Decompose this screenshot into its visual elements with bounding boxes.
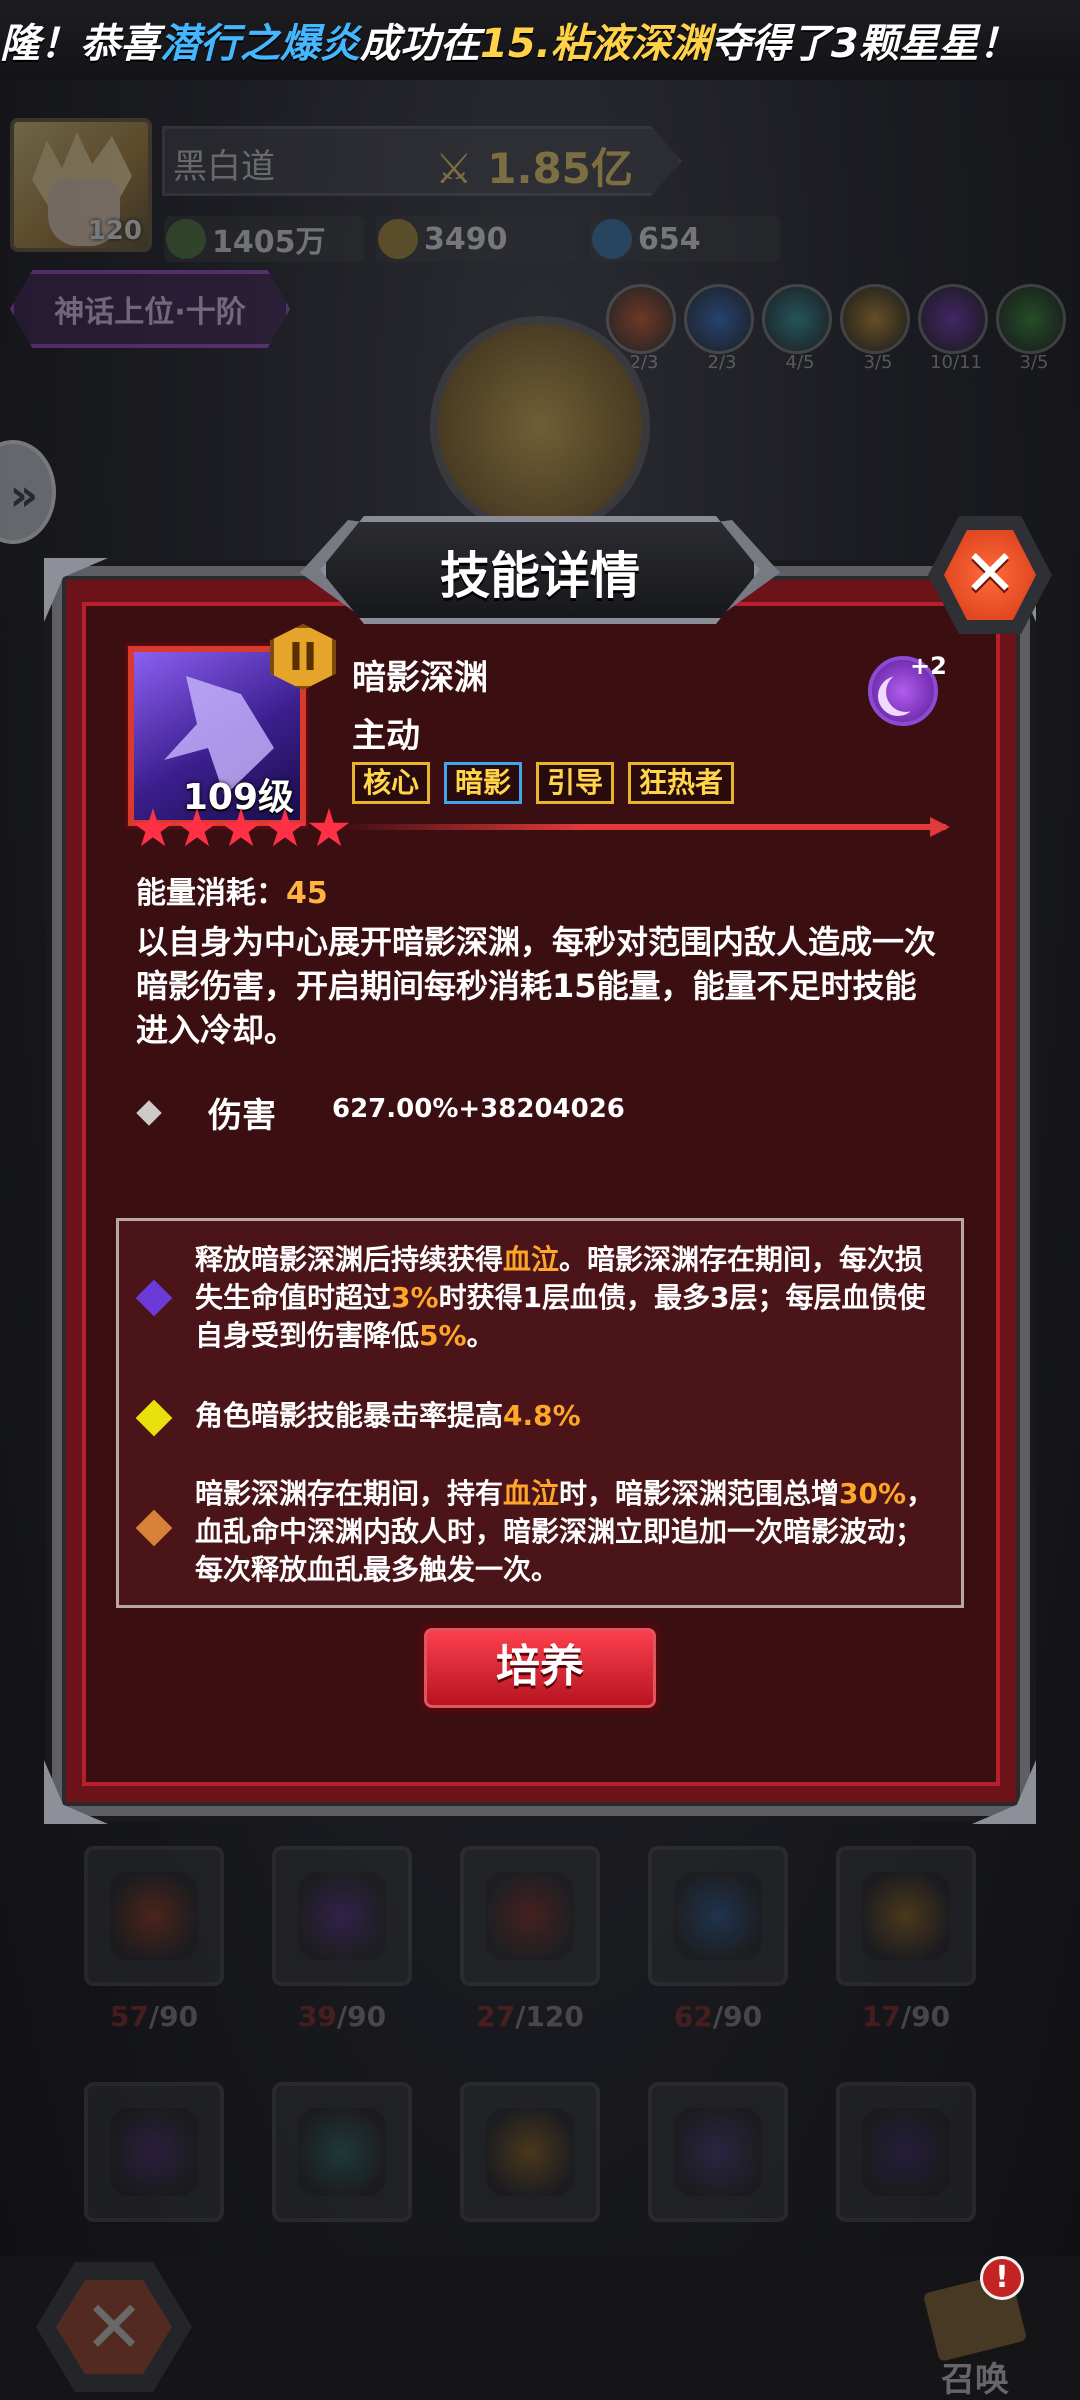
shadow-vortex-skill-icon — [862, 2108, 950, 2196]
combat-power: ⚔ 1.85亿 — [435, 144, 633, 193]
frost-element-icon[interactable]: 4/5 — [762, 284, 832, 373]
skill-slot[interactable] — [648, 2082, 788, 2222]
element-count: 4/5 — [785, 352, 815, 373]
shard-count: 62/90 — [673, 2000, 763, 2033]
notification-badge: ! — [980, 2256, 1024, 2300]
orange-diamond-icon — [135, 1509, 173, 1547]
skill-slot[interactable] — [272, 2082, 412, 2222]
skill-slot[interactable] — [460, 1846, 600, 1986]
divider-arrow — [336, 817, 950, 837]
element-count: 3/5 — [1019, 352, 1049, 373]
star-icon — [264, 808, 306, 847]
skill-slot[interactable] — [84, 1846, 224, 1986]
passive-item: 释放暗影深渊后持续获得血泣。暗影深渊存在期间，每次损失生命值时超过3%时获得1层… — [195, 1243, 926, 1352]
banner-stage: 15.粘液深渊 — [480, 21, 711, 67]
player-avatar[interactable]: 120 — [10, 118, 152, 252]
resource-gem[interactable]: 3490 — [376, 216, 576, 262]
tag-zealot: 狂热者 — [628, 762, 735, 804]
yellow-diamond-icon — [135, 1399, 173, 1437]
ice-element-icon[interactable]: 2/3 — [684, 284, 754, 373]
shard-count: 17/90 — [861, 2000, 951, 2033]
player-level: 120 — [87, 216, 142, 246]
emblem-icon — [430, 316, 650, 536]
tag-channel: 引导 — [536, 762, 615, 804]
close-icon: ✕ — [963, 537, 1017, 611]
banner-player: 潜行之爆炎 — [160, 21, 360, 67]
passive-item: 角色暗影技能暴击率提高4.8% — [195, 1399, 581, 1432]
skill-name: 暗影深渊 — [352, 658, 488, 698]
rank-badge[interactable]: 神话上位·十阶 — [10, 270, 290, 348]
broadcast-banner: 隆！恭喜 潜行之爆炎 成功在 15.粘液深渊 夺得了3颗星星！ — [0, 0, 1080, 80]
skill-description: 以自身为中心展开暗影深渊，每秒对范围内敌人造成一次暗影伤害，开启期间每秒消耗15… — [136, 923, 937, 1049]
shadow-mage-skill-icon — [110, 2108, 198, 2196]
shard-count: 57/90 — [109, 2000, 199, 2033]
train-button[interactable]: 培养 — [418, 1622, 662, 1714]
summon-label: 召唤 — [941, 2360, 1009, 2400]
passive-item: 暗影深渊存在期间，持有血泣时，暗影深渊范围总增30%，血乱命中深渊内敌人时，暗影… — [195, 1477, 935, 1586]
element-count: 3/5 — [863, 352, 893, 373]
skill-slot[interactable] — [836, 2082, 976, 2222]
side-arrow-button[interactable]: » — [0, 440, 56, 544]
blood-runner-skill-icon — [486, 1872, 574, 1960]
fire-claw-skill-icon — [110, 1872, 198, 1960]
flame-fist-skill-icon — [486, 2108, 574, 2196]
skill-tags: 核心 暗影 引导 狂热者 — [352, 762, 735, 804]
passive-effects-box: 释放暗影深渊后持续获得血泣。暗影深渊存在期间，每次损失生命值时超过3%时获得1层… — [116, 1218, 964, 1608]
element-count: 2/3 — [707, 352, 737, 373]
banner-suffix: 夺得了3颗星星！ — [710, 21, 1019, 67]
skill-slot[interactable] — [84, 2082, 224, 2222]
star-icon — [220, 808, 262, 847]
damage-label: 伤害 — [208, 1096, 276, 1136]
skill-slot[interactable] — [836, 1846, 976, 1986]
skill-slot[interactable] — [648, 1846, 788, 1986]
ice-crown-skill-icon — [674, 1872, 762, 1960]
void-star-skill-icon — [674, 2108, 762, 2196]
gem-plus-icon — [378, 219, 418, 259]
game-screen: 隆！恭喜 潜行之爆炎 成功在 15.粘液深渊 夺得了3颗星星！ 120 黑白道 … — [0, 0, 1080, 2400]
star-icon — [132, 808, 174, 847]
player-name: 黑白道 — [173, 147, 275, 187]
energy-cost: 能量消耗：45 — [136, 876, 328, 911]
star-rating — [132, 808, 350, 850]
shadow-wisp-skill-icon — [298, 1872, 386, 1960]
coin-plus-icon — [166, 219, 206, 259]
close-icon: ✕ — [83, 2285, 145, 2369]
tag-core: 核心 — [352, 762, 431, 804]
light-element-icon[interactable]: 3/5 — [840, 284, 910, 373]
player-name-bar: 黑白道 ⚔ 1.85亿 — [162, 126, 682, 196]
damage-value: 627.00%+38204026 — [332, 1094, 625, 1124]
skill-type: 主动 — [352, 716, 420, 756]
star-icon — [176, 808, 218, 847]
moon-bonus: +2 — [910, 652, 947, 680]
skill-slot[interactable] — [460, 2082, 600, 2222]
summon-button[interactable]: 召唤 — [900, 2262, 1050, 2400]
resource-gold[interactable]: 1405万 — [164, 216, 364, 262]
shard-count: 39/90 — [297, 2000, 387, 2033]
element-row: 2/3 2/3 4/5 3/5 10/11 3/5 — [606, 284, 1066, 373]
crystal-plus-icon — [592, 219, 632, 259]
modal-title: 技能详情 — [440, 547, 640, 605]
gold-sigil-skill-icon — [862, 1872, 950, 1960]
shard-count: 27/120 — [476, 2000, 584, 2033]
banner-middle: 成功在 — [360, 21, 480, 67]
chevron-right-icon: » — [9, 470, 38, 521]
eye-rune-skill-icon — [298, 2108, 386, 2196]
element-count: 10/11 — [930, 352, 982, 373]
resource-crystal[interactable]: 654 — [590, 216, 780, 262]
nature-element-icon[interactable]: 3/5 — [996, 284, 1066, 373]
shadow-element-icon[interactable]: 10/11 — [918, 284, 988, 373]
purple-diamond-icon — [135, 1279, 173, 1317]
skill-slot[interactable] — [272, 1846, 412, 1986]
tag-shadow: 暗影 — [444, 762, 523, 804]
fire-element-icon[interactable]: 2/3 — [606, 284, 676, 373]
banner-prefix: 隆！恭喜 — [0, 21, 160, 67]
